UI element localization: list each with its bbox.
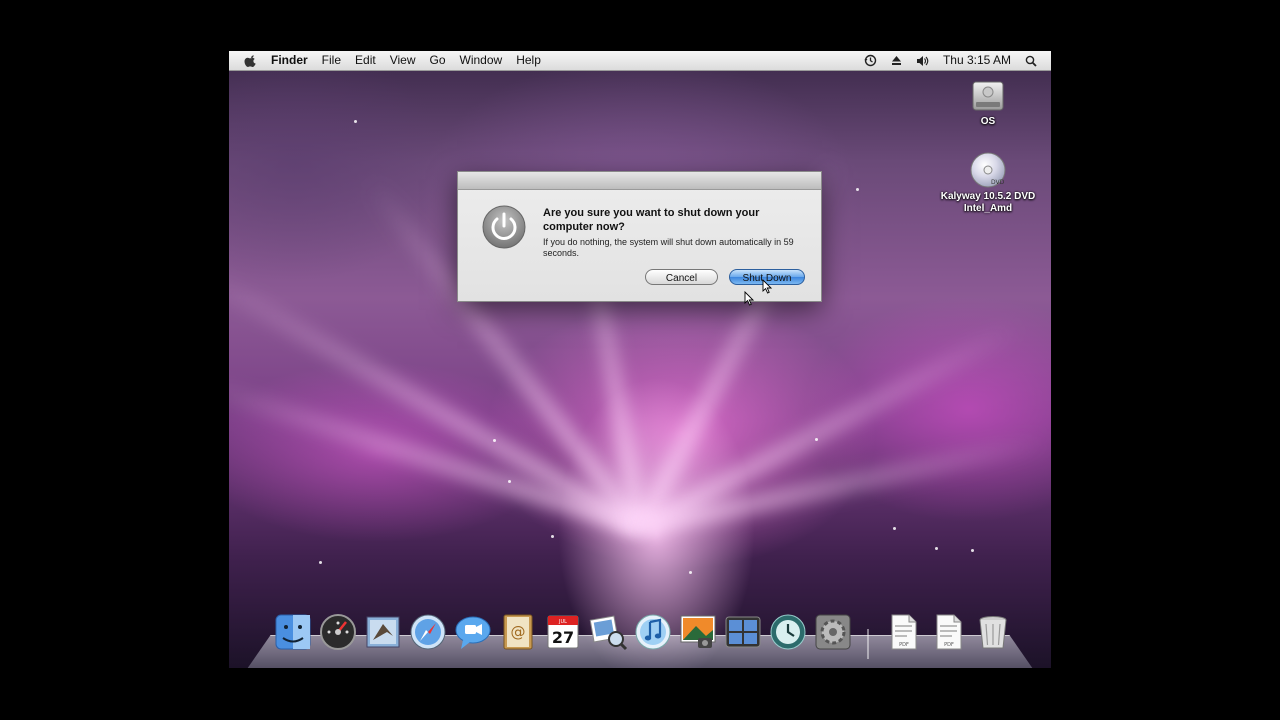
system-preferences-icon[interactable] — [813, 612, 853, 652]
address-book-icon[interactable]: @ — [498, 612, 538, 652]
cancel-button[interactable]: Cancel — [645, 269, 718, 285]
preview-icon[interactable] — [588, 612, 628, 652]
power-icon — [482, 205, 526, 249]
mail-icon[interactable] — [363, 612, 403, 652]
trash-icon[interactable] — [973, 612, 1013, 652]
desktop-icon-label: Kalyway 10.5.2 DVD — [940, 191, 1036, 202]
menu-bar: Finder File Edit View Go Window Help Thu… — [229, 51, 1051, 71]
menu-view[interactable]: View — [390, 51, 416, 70]
pdf-label: PDF — [944, 642, 954, 648]
menu-edit[interactable]: Edit — [355, 51, 376, 70]
eject-icon[interactable] — [891, 55, 902, 66]
wallpaper-star — [856, 188, 859, 191]
time-machine-icon[interactable] — [768, 612, 808, 652]
calendar-day-label: 27 — [552, 628, 574, 647]
menu-file[interactable]: File — [322, 51, 341, 70]
calendar-month-label: JUL — [558, 619, 567, 625]
hard-drive-icon — [972, 81, 1004, 111]
wallpaper-star — [508, 480, 511, 483]
menu-finder[interactable]: Finder — [271, 51, 308, 70]
dialog-message: If you do nothing, the system will shut … — [543, 237, 794, 258]
apple-menu-icon[interactable] — [244, 54, 258, 68]
dashboard-icon[interactable] — [318, 612, 358, 652]
desktop-screen: Finder File Edit View Go Window Help Thu… — [229, 51, 1051, 668]
wallpaper-beam — [638, 431, 1051, 537]
dock-divider — [867, 629, 869, 659]
dialog-heading: Are you sure you want to shut down your … — [543, 207, 760, 233]
iphoto-icon[interactable] — [678, 612, 718, 652]
desktop-icon-os[interactable]: OS — [933, 78, 1043, 128]
menu-window[interactable]: Window — [460, 51, 503, 70]
pdf-label: PDF — [899, 642, 909, 648]
itunes-icon[interactable] — [633, 612, 673, 652]
wallpaper-star — [935, 547, 938, 550]
spotlight-icon[interactable] — [1025, 55, 1037, 67]
pdf-document-icon[interactable]: PDF — [928, 612, 968, 652]
desktop-icon-dvd[interactable]: DVD Kalyway 10.5.2 DVD Intel_Amd — [933, 151, 1043, 215]
wallpaper-star — [689, 571, 692, 574]
pdf-document-icon[interactable]: PDF — [883, 612, 923, 652]
ichat-icon[interactable] — [453, 612, 493, 652]
volume-icon[interactable] — [916, 55, 929, 67]
wallpaper-star — [493, 439, 496, 442]
wallpaper-star — [815, 438, 818, 441]
wallpaper-star — [319, 561, 322, 564]
mouse-cursor-icon — [762, 279, 772, 294]
svg-text:@: @ — [511, 623, 526, 641]
dvd-disc-icon: DVD — [970, 152, 1006, 188]
menubar-clock[interactable]: Thu 3:15 AM — [943, 51, 1011, 70]
ical-icon[interactable]: JUL 27 — [543, 612, 583, 652]
menu-extras: Thu 3:15 AM — [850, 51, 1037, 70]
mouse-cursor-icon — [744, 291, 754, 306]
menu-help[interactable]: Help — [516, 51, 541, 70]
wallpaper-star — [971, 549, 974, 552]
desktop-icon-label: OS — [980, 116, 996, 127]
wallpaper-star — [354, 120, 357, 123]
menu-go[interactable]: Go — [430, 51, 446, 70]
finder-icon[interactable] — [273, 612, 313, 652]
time-machine-icon[interactable] — [864, 54, 877, 67]
svg-text:DVD: DVD — [991, 179, 1005, 186]
wallpaper-star — [893, 527, 896, 530]
wallpaper-star — [551, 535, 554, 538]
spaces-icon[interactable] — [723, 612, 763, 652]
dialog-titlebar[interactable] — [458, 172, 821, 190]
desktop-icon-label: Intel_Amd — [963, 203, 1013, 214]
safari-icon[interactable] — [408, 612, 448, 652]
